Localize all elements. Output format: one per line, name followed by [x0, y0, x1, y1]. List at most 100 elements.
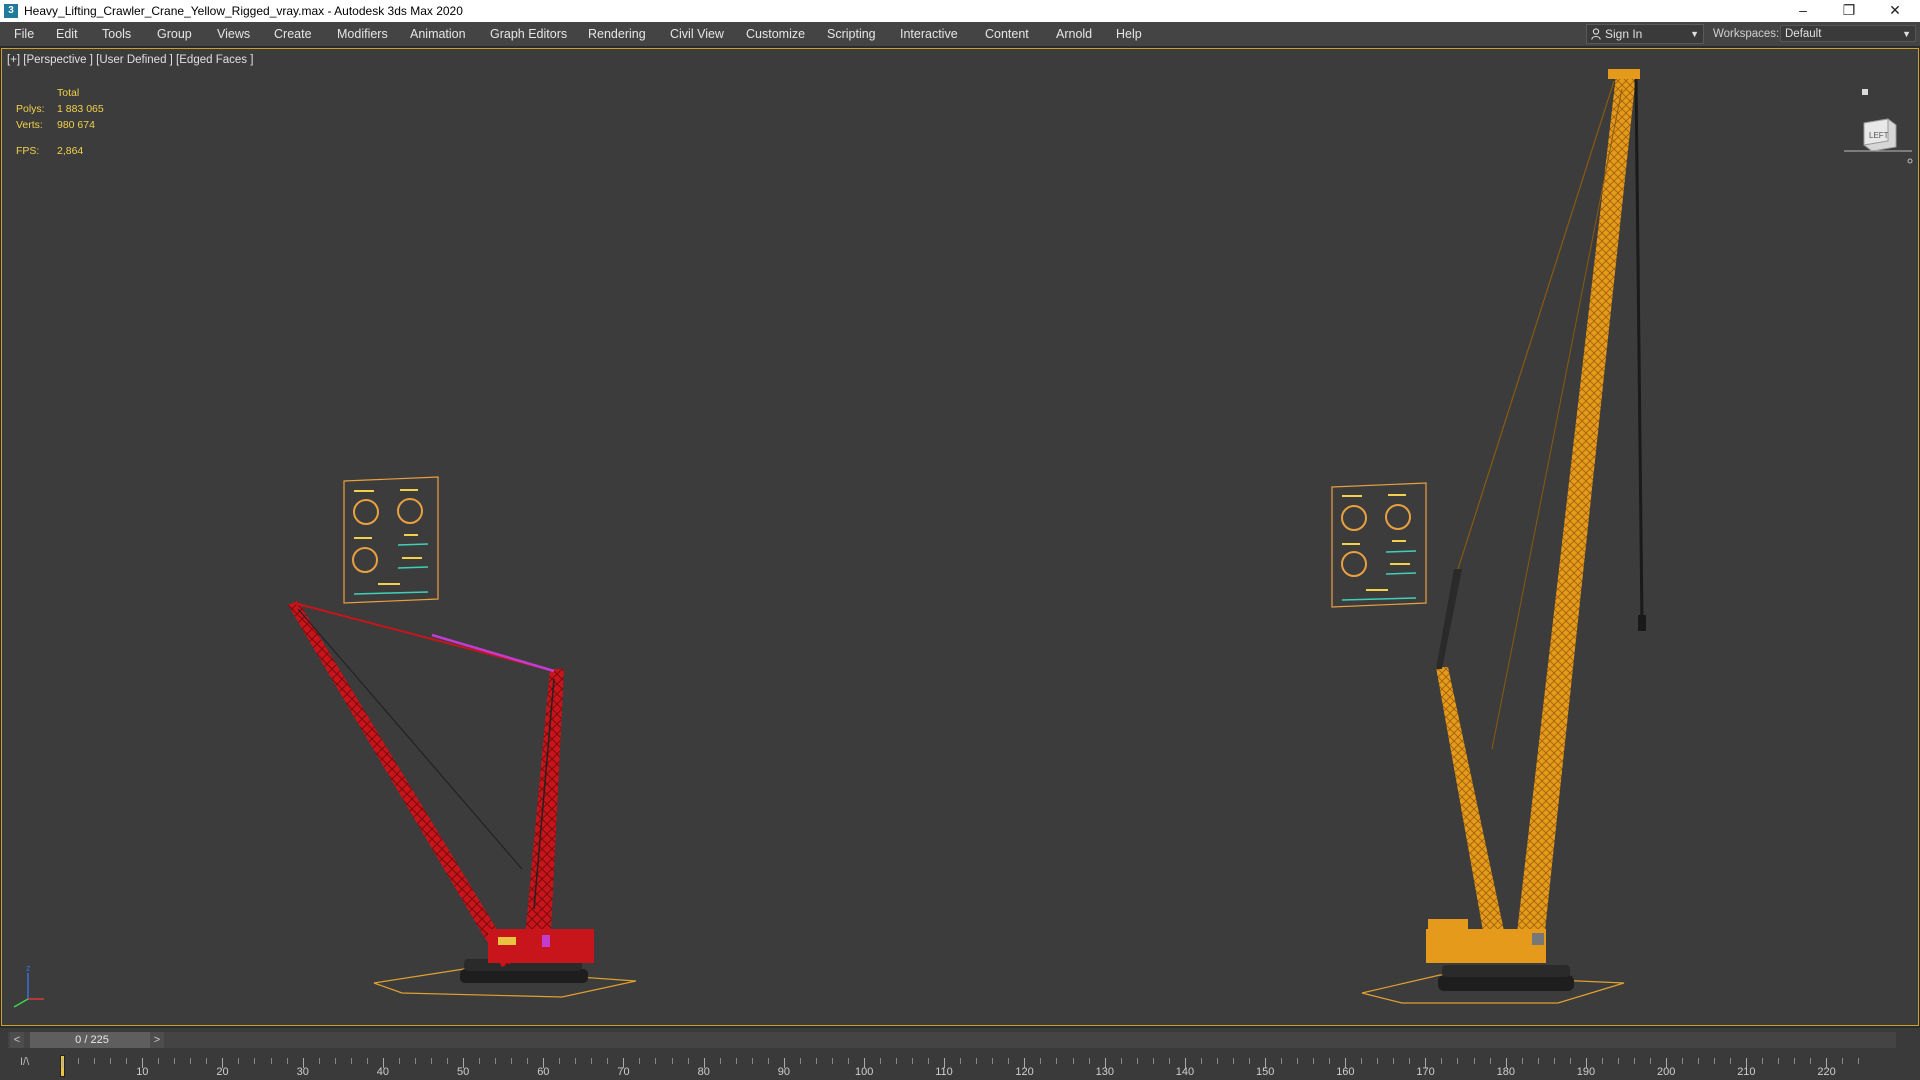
red-crane-main-boom — [288, 601, 516, 967]
ruler-tick — [511, 1058, 513, 1064]
ruler-label: 100 — [855, 1066, 874, 1078]
red-crane-tracks — [460, 969, 588, 983]
next-frame-button[interactable]: > — [150, 1032, 164, 1048]
time-slider-thumb[interactable]: 0 / 225 — [30, 1032, 154, 1048]
ruler-tick — [94, 1058, 96, 1064]
minimize-icon[interactable]: – — [1780, 0, 1826, 22]
ruler-tick — [767, 1058, 769, 1064]
yellow-crane-control-panel[interactable] — [1331, 482, 1427, 608]
ruler-tick — [78, 1058, 80, 1064]
ruler-tick — [1794, 1058, 1796, 1064]
ruler-tick — [591, 1058, 593, 1064]
red-crane-control-panel[interactable] — [343, 476, 439, 604]
ruler-tick — [671, 1058, 673, 1064]
ruler-tick — [912, 1058, 914, 1064]
ruler-tick — [62, 1058, 63, 1068]
workspace-select[interactable]: Default ▼ — [1780, 25, 1916, 42]
perspective-viewport[interactable]: [+] [Perspective ] [User Defined ] [Edge… — [1, 48, 1919, 1026]
ruler-tick — [735, 1058, 737, 1064]
menu-civil-view[interactable]: Civil View — [670, 22, 724, 46]
ruler-tick — [1778, 1058, 1780, 1064]
title-bar: 3 Heavy_Lifting_Crawler_Crane_Yellow_Rig… — [0, 0, 1920, 22]
menu-rendering[interactable]: Rendering — [588, 22, 646, 46]
prev-frame-button[interactable]: < — [10, 1032, 24, 1048]
ruler-tick — [1842, 1058, 1844, 1064]
ruler-tick — [1714, 1058, 1716, 1064]
menu-graph-editors[interactable]: Graph Editors — [490, 22, 567, 46]
hook-block — [1638, 615, 1646, 631]
menu-views[interactable]: Views — [217, 22, 250, 46]
menu-file[interactable]: File — [14, 22, 34, 46]
ruler-label: 220 — [1817, 1066, 1836, 1078]
red-crane-superstructure — [488, 929, 594, 963]
ruler-tick — [190, 1058, 192, 1064]
menu-arnold[interactable]: Arnold — [1056, 22, 1092, 46]
ruler-tick — [479, 1058, 481, 1064]
ruler-tick — [960, 1058, 962, 1064]
ruler-tick — [1248, 1058, 1250, 1064]
ruler-tick — [687, 1058, 689, 1064]
ruler-tick — [1329, 1058, 1331, 1064]
time-slider[interactable]: < 0 / 225 > — [8, 1032, 1896, 1048]
ruler-label: 30 — [296, 1066, 309, 1078]
ruler-tick — [1553, 1058, 1555, 1064]
ruler-tick — [1281, 1058, 1283, 1064]
axis-tripod-icon: z — [13, 963, 44, 1008]
menu-help[interactable]: Help — [1116, 22, 1142, 46]
track-bar-ruler[interactable]: ​I/\ 10 20 30 40 50 60 70 80 90 100 110 120 130 140 15… — [0, 1052, 1920, 1080]
menu-animation[interactable]: Animation — [410, 22, 466, 46]
viewcube[interactable]: LEFT — [1844, 85, 1914, 165]
ruler-tick — [1617, 1058, 1619, 1064]
ruler-label: 120 — [1015, 1066, 1034, 1078]
ruler-label: 110 — [935, 1066, 953, 1078]
restore-icon[interactable]: ❐ — [1826, 0, 1872, 22]
ruler-tick — [1056, 1058, 1058, 1064]
curve-editor-icon[interactable]: ​I/\ — [20, 1056, 29, 1068]
time-slider-area: < 0 / 225 > ​I/\ 10 20 30 40 50 60 70 80 90 100 11… — [0, 1028, 1920, 1080]
menu-interactive[interactable]: Interactive — [900, 22, 958, 46]
ruler-tick — [1008, 1058, 1010, 1064]
ruler-tick — [366, 1058, 368, 1064]
ruler-tick — [1168, 1058, 1170, 1064]
3ds-max-icon[interactable]: 3 — [4, 4, 18, 18]
yellow-crane-main-boom — [1514, 75, 1636, 959]
ruler-tick — [270, 1058, 272, 1064]
ruler-tick — [350, 1058, 352, 1064]
window-title: Heavy_Lifting_Crawler_Crane_Yellow_Rigge… — [24, 4, 463, 18]
ruler-label: 200 — [1657, 1066, 1676, 1078]
menu-content[interactable]: Content — [985, 22, 1029, 46]
ruler-tick — [1810, 1058, 1812, 1064]
ruler-tick — [719, 1058, 721, 1064]
ruler-tick — [1633, 1058, 1635, 1064]
ruler-tick — [206, 1058, 208, 1064]
ruler-tick — [1682, 1058, 1684, 1064]
ruler-label: 170 — [1416, 1066, 1435, 1078]
ruler-tick — [527, 1058, 529, 1064]
ruler-tick — [286, 1058, 288, 1064]
close-icon[interactable]: ✕ — [1872, 0, 1918, 22]
ruler-label: 80 — [697, 1066, 710, 1078]
menu-customize[interactable]: Customize — [746, 22, 805, 46]
menu-tools[interactable]: Tools — [102, 22, 131, 46]
yellow-crane-hoist-line — [1634, 78, 1644, 626]
menu-scripting[interactable]: Scripting — [827, 22, 876, 46]
ruler-tick — [1489, 1058, 1491, 1064]
menu-create[interactable]: Create — [274, 22, 312, 46]
sign-in-dropdown[interactable]: Sign In ▼ — [1586, 24, 1704, 44]
ruler-tick — [1136, 1058, 1138, 1064]
ruler-tick — [607, 1058, 609, 1064]
menu-group[interactable]: Group — [157, 22, 192, 46]
ruler-tick — [254, 1058, 256, 1064]
viewcube-face-label: LEFT — [1869, 131, 1889, 140]
ruler-tick — [1441, 1058, 1443, 1064]
menu-edit[interactable]: Edit — [56, 22, 78, 46]
ruler-tick — [1232, 1058, 1234, 1064]
ruler-tick — [430, 1058, 432, 1064]
menu-modifiers[interactable]: Modifiers — [337, 22, 388, 46]
yellow-crane-superstructure — [1426, 929, 1546, 963]
ruler-tick — [880, 1058, 882, 1064]
ruler-tick — [238, 1058, 240, 1064]
ruler-tick — [1377, 1058, 1379, 1064]
ruler-tick — [639, 1058, 641, 1064]
red-crawler-crane[interactable] — [288, 601, 637, 998]
